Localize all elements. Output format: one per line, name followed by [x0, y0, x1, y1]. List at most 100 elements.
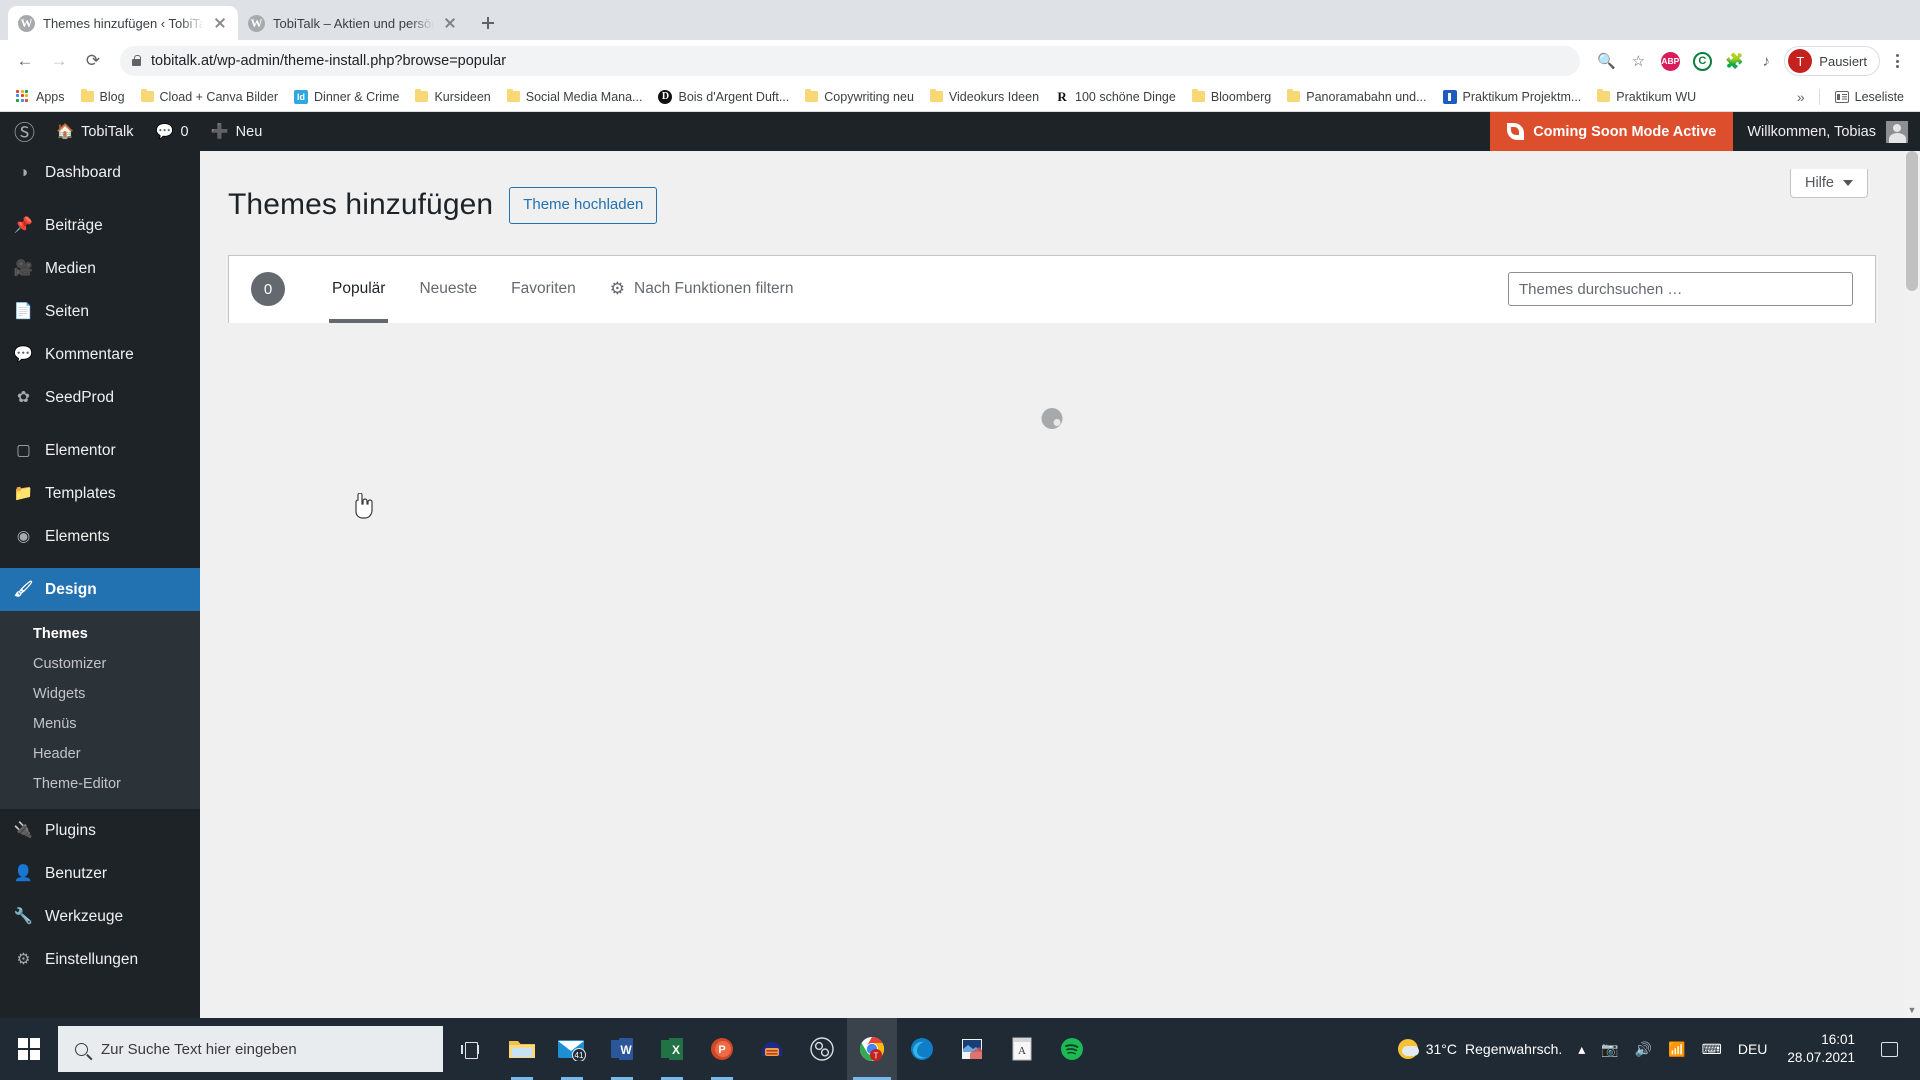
scrollbar-thumb[interactable] — [1906, 151, 1918, 291]
chrome-menu-icon[interactable] — [1884, 48, 1910, 74]
sidebar-item-elementor[interactable]: ▢ Elementor — [0, 429, 200, 472]
bookmark-label: Praktikum WU — [1616, 89, 1697, 104]
start-button[interactable] — [0, 1018, 58, 1080]
profile-button[interactable]: T Pausiert — [1784, 46, 1880, 76]
sidebar-item-design[interactable]: 🖌 Design — [0, 568, 200, 611]
taskbar-app-edge[interactable] — [897, 1018, 947, 1080]
wifi-icon[interactable]: 📶 — [1660, 1018, 1693, 1080]
bookmark-dinner-crime[interactable]: Id Dinner & Crime — [287, 87, 406, 107]
volume-icon[interactable]: 🔊 — [1627, 1018, 1660, 1080]
language-indicator[interactable]: DEU — [1730, 1018, 1776, 1080]
upload-theme-button[interactable]: Theme hochladen — [509, 187, 658, 224]
sidebar-item-werkzeuge[interactable]: 🔧 Werkzeuge — [0, 895, 200, 938]
sidebar-item-templates[interactable]: 📁 Templates — [0, 472, 200, 515]
back-icon[interactable]: ← — [10, 46, 40, 76]
weather-widget[interactable]: 31°C Regenwahrsch. — [1390, 1018, 1571, 1080]
bookmark-bois-dargent[interactable]: D Bois d'Argent Duft... — [651, 87, 796, 107]
bookmark-kursideen[interactable]: Kursideen — [408, 87, 497, 107]
bookmark-praktikum-wu[interactable]: Praktikum WU — [1590, 87, 1703, 107]
search-input[interactable] — [1508, 272, 1853, 306]
taskbar-app-spotify[interactable] — [1047, 1018, 1097, 1080]
taskbar-app-chrome[interactable]: T — [847, 1018, 897, 1080]
bookmark-bloomberg[interactable]: Bloomberg — [1185, 87, 1278, 107]
sidebar-item-plugins[interactable]: 🔌 Plugins — [0, 809, 200, 852]
profile-status-label: Pausiert — [1819, 53, 1867, 69]
tab-favorites[interactable]: Favoriten — [494, 255, 593, 323]
page-scrollbar[interactable]: ▲ ▼ — [1904, 151, 1920, 1018]
sidebar-item-seiten[interactable]: 📄 Seiten — [0, 290, 200, 333]
ghostery-extension-icon[interactable]: C — [1688, 47, 1716, 75]
media-list-icon[interactable]: ♪ — [1752, 47, 1780, 75]
bookmark-panoramabahn[interactable]: Panoramabahn und... — [1280, 87, 1433, 107]
camera-icon[interactable]: 📷 — [1593, 1018, 1626, 1080]
browser-tab-inactive[interactable]: W TobiTalk – Aktien und persönliche — [238, 6, 468, 40]
close-icon[interactable] — [442, 15, 458, 31]
address-bar[interactable]: tobitalk.at/wp-admin/theme-install.php?b… — [120, 46, 1581, 76]
bookmark-100-schoene-dinge[interactable]: R 100 schöne Dinge — [1048, 87, 1183, 107]
chevron-up-icon[interactable]: ▴ — [1570, 1018, 1593, 1080]
taskbar-app-audacity[interactable] — [747, 1018, 797, 1080]
bookmark-cload-canva[interactable]: Cload + Canva Bilder — [134, 87, 285, 107]
bookmark-videokurs[interactable]: Videokurs Ideen — [923, 87, 1046, 107]
keyboard-icon[interactable]: ⌨ — [1694, 1018, 1730, 1080]
tab-newest[interactable]: Neueste — [402, 255, 494, 323]
sidebar-item-menues[interactable]: Menüs — [0, 709, 200, 739]
bookmark-copywriting[interactable]: Copywriting neu — [798, 87, 921, 107]
forward-icon[interactable]: → — [44, 46, 74, 76]
task-view-button[interactable] — [443, 1018, 497, 1080]
spinner-icon — [1041, 407, 1063, 429]
bookmark-apps[interactable]: Apps — [9, 87, 72, 107]
scroll-down-icon[interactable]: ▼ — [1904, 1002, 1920, 1018]
sidebar-item-theme-editor[interactable]: Theme-Editor — [0, 769, 200, 799]
wordpress-logo-icon[interactable]: Ⓢ — [0, 117, 45, 147]
feature-filter-button[interactable]: ⚙ Nach Funktionen filtern — [593, 255, 811, 323]
browser-tab-active[interactable]: W Themes hinzufügen ‹ TobiTalk — — [8, 6, 238, 40]
taskbar-app-powerpoint[interactable]: P — [697, 1018, 747, 1080]
adminbar-comments[interactable]: 💬 0 — [144, 112, 199, 151]
help-button[interactable]: Hilfe — [1789, 169, 1868, 198]
taskbar-app-obs[interactable] — [797, 1018, 847, 1080]
taskbar-app-notepad[interactable]: A — [997, 1018, 1047, 1080]
bookmark-social-media[interactable]: Social Media Mana... — [500, 87, 650, 107]
sidebar-item-dashboard[interactable]: ◑ Dashboard — [0, 151, 200, 194]
taskbar-app-word[interactable]: W — [597, 1018, 647, 1080]
taskbar-app-excel[interactable]: X — [647, 1018, 697, 1080]
sidebar-item-medien[interactable]: 🎥 Medien — [0, 247, 200, 290]
tab-popular[interactable]: Populär — [315, 255, 402, 323]
extensions-puzzle-icon[interactable]: 🧩 — [1720, 47, 1748, 75]
sidebar-item-widgets[interactable]: Widgets — [0, 679, 200, 709]
sidebar-item-themes[interactable]: Themes — [0, 619, 200, 649]
close-icon[interactable] — [212, 15, 228, 31]
bookmark-blog[interactable]: Blog — [74, 87, 132, 107]
clock[interactable]: 16:01 28.07.2021 — [1775, 1018, 1867, 1080]
bookmark-star-icon[interactable]: ☆ — [1624, 47, 1652, 75]
sidebar-item-einstellungen[interactable]: ⚙ Einstellungen — [0, 938, 200, 981]
sidebar-item-beitraege[interactable]: 📌 Beiträge — [0, 204, 200, 247]
new-tab-button[interactable] — [474, 9, 502, 37]
account-menu[interactable]: Willkommen, Tobias — [1733, 120, 1920, 143]
sidebar-item-header[interactable]: Header — [0, 739, 200, 769]
coming-soon-badge[interactable]: Coming Soon Mode Active — [1490, 112, 1734, 151]
settings-sliders-icon: ⚙ — [16, 951, 31, 968]
sidebar-item-seedprod[interactable]: ✿ SeedProd — [0, 376, 200, 419]
taskbar-search[interactable]: Zur Suche Text hier eingeben — [58, 1026, 443, 1072]
plus-icon: ➕ — [210, 124, 229, 140]
taskbar-app-mail[interactable]: 41 — [547, 1018, 597, 1080]
adblock-plus-extension-icon[interactable]: ABP — [1656, 47, 1684, 75]
taskbar-app-file-explorer[interactable] — [497, 1018, 547, 1080]
bookmark-label: Bois d'Argent Duft... — [678, 89, 790, 104]
sidebar-item-kommentare[interactable]: 💬 Kommentare — [0, 333, 200, 376]
reload-icon[interactable]: ⟳ — [78, 46, 108, 76]
bookmark-praktikum-projektm[interactable]: Praktikum Projektm... — [1436, 87, 1589, 107]
reading-list-button[interactable]: Leseliste — [1828, 87, 1911, 107]
zoom-icon[interactable]: 🔍 — [1592, 47, 1620, 75]
notification-center-button[interactable] — [1867, 1018, 1912, 1080]
bookmark-label: Dinner & Crime — [314, 89, 400, 104]
bookmarks-overflow-icon[interactable]: » — [1791, 89, 1811, 105]
adminbar-site-name[interactable]: 🏠 TobiTalk — [45, 112, 144, 151]
sidebar-item-elements[interactable]: ◉ Elements — [0, 515, 200, 558]
adminbar-new[interactable]: ➕ Neu — [200, 112, 274, 151]
sidebar-item-customizer[interactable]: Customizer — [0, 649, 200, 679]
taskbar-app-photos[interactable] — [947, 1018, 997, 1080]
sidebar-item-benutzer[interactable]: 👤 Benutzer — [0, 852, 200, 895]
